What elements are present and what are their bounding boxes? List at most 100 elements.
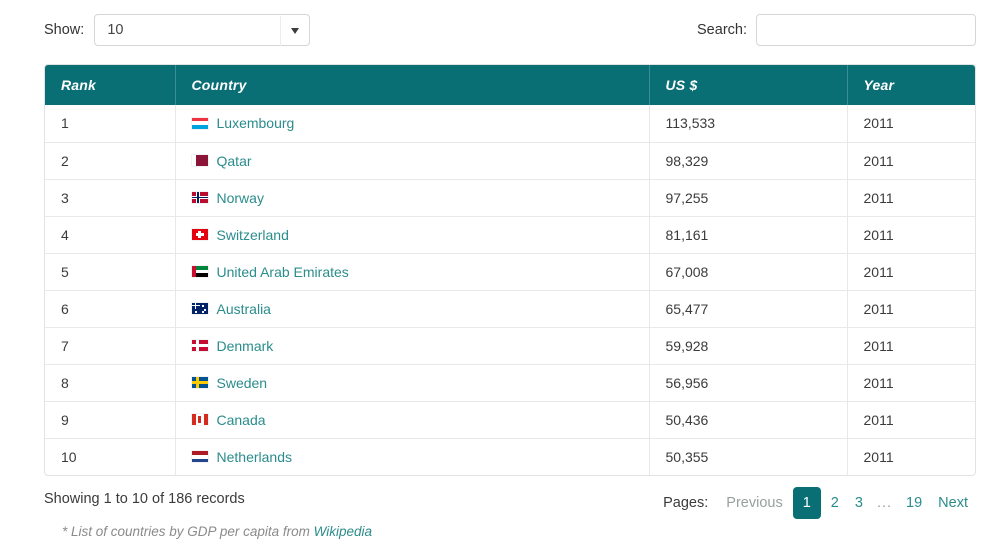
flag-icon-ca [192,414,208,425]
source-footnote: * List of countries by GDP per capita fr… [62,524,372,539]
show-entries-select[interactable]: 10 [94,14,310,46]
column-header-usd[interactable]: US $ [649,65,847,105]
pagination: Pages: Previous 1 2 3 ... 19 Next [663,487,976,519]
country-link[interactable]: Luxembourg [217,115,295,131]
cell-country: Netherlands [175,438,649,475]
cell-usd: 50,355 [649,438,847,475]
cell-year: 2011 [847,401,976,438]
pagination-page-1[interactable]: 1 [793,487,821,519]
show-label: Show: [44,14,84,46]
cell-country: Australia [175,290,649,327]
gdp-table: Rank Country US $ Year 1 Luxembourg 113,53… [45,65,976,475]
country-link[interactable]: Norway [217,190,264,206]
cell-usd: 59,928 [649,327,847,364]
cell-rank: 1 [45,105,175,142]
column-header-rank[interactable]: Rank [45,65,175,105]
table-row: 6 Australia 65,4772011 [45,290,976,327]
flag-icon-dk [192,340,208,351]
cell-rank: 2 [45,142,175,179]
table-row: 9Canada50,4362011 [45,401,976,438]
country-link[interactable]: Denmark [217,338,274,354]
table-body: 1Luxembourg113,53320112Qatar98,32920113N… [45,105,976,475]
show-entries-value: 10 [107,15,123,45]
column-header-country[interactable]: Country [175,65,649,105]
table-row: 1 Luxembourg 113,5332011 [45,105,976,142]
cell-year: 2011 [847,327,976,364]
cell-country: Denmark [175,327,649,364]
cell-year: 2011 [847,364,976,401]
cell-rank: 4 [45,216,175,253]
footnote-text: * List of countries by GDP per capita fr… [62,524,314,539]
cell-usd: 56,956 [649,364,847,401]
cell-usd: 98,329 [649,142,847,179]
cell-country: Sweden [175,364,649,401]
cell-year: 2011 [847,290,976,327]
cell-rank: 10 [45,438,175,475]
cell-year: 2011 [847,216,976,253]
country-link[interactable]: Sweden [217,375,268,391]
chevron-down-icon [291,28,299,34]
cell-year: 2011 [847,105,976,142]
cell-usd: 81,161 [649,216,847,253]
country-link[interactable]: United Arab Emirates [217,264,349,280]
cell-country: Switzerland [175,216,649,253]
pagination-next[interactable]: Next [930,491,976,515]
table-head: Rank Country US $ Year [45,65,976,105]
cell-rank: 8 [45,364,175,401]
flag-icon-nl [192,451,208,462]
cell-usd: 67,008 [649,253,847,290]
cell-rank: 7 [45,327,175,364]
column-header-year[interactable]: Year [847,65,976,105]
cell-country: Norway [175,179,649,216]
table-row: 5 United Arab Emirates 67,0082011 [45,253,976,290]
cell-rank: 5 [45,253,175,290]
table-row: 8 Sweden 56,9562011 [45,364,976,401]
wikipedia-link[interactable]: Wikipedia [314,524,372,539]
cell-usd: 65,477 [649,290,847,327]
country-link[interactable]: Qatar [217,153,252,169]
cell-usd: 50,436 [649,401,847,438]
cell-year: 2011 [847,438,976,475]
gdp-table-container: Rank Country US $ Year 1 Luxembourg 113,53… [44,64,976,476]
pagination-previous[interactable]: Previous [718,491,790,515]
show-entries-group: Show: 10 [44,14,310,46]
table-row: 10 Netherlands 50,3552011 [45,438,976,475]
table-row: 2 Qatar 98,3292011 [45,142,976,179]
search-input[interactable] [756,14,976,46]
table-row: 3Norway97,2552011 [45,179,976,216]
gdp-table-page: Show: 10 Search: Rank Country US $ Ye [0,0,1006,557]
flag-icon-ae [192,266,208,277]
pagination-page-3[interactable]: 3 [847,491,871,515]
flag-icon-qa [192,155,208,166]
table-row: 4 Switzerland 81,1612011 [45,216,976,253]
flag-icon-ch [192,229,208,240]
table-header-row: Rank Country US $ Year [45,65,976,105]
select-divider [280,16,281,46]
cell-rank: 6 [45,290,175,327]
flag-icon-au [192,303,208,314]
cell-country: United Arab Emirates [175,253,649,290]
cell-rank: 3 [45,179,175,216]
search-label: Search: [697,14,747,46]
table-controls: Show: 10 Search: [44,14,976,48]
flag-icon-se [192,377,208,388]
cell-usd: 113,533 [649,105,847,142]
pagination-page-2[interactable]: 2 [823,491,847,515]
cell-year: 2011 [847,253,976,290]
showing-records-text: Showing 1 to 10 of 186 records [44,487,245,511]
country-link[interactable]: Switzerland [217,227,289,243]
cell-country: Qatar [175,142,649,179]
cell-year: 2011 [847,142,976,179]
search-group: Search: [697,14,976,46]
cell-usd: 97,255 [649,179,847,216]
flag-icon-lu [192,118,208,129]
country-link[interactable]: Netherlands [217,449,293,465]
table-footer: Showing 1 to 10 of 186 records Pages: Pr… [44,487,976,513]
pages-label: Pages: [663,491,708,515]
pagination-page-last[interactable]: 19 [898,491,930,515]
cell-country: Luxembourg [175,105,649,142]
flag-icon-no [192,192,208,203]
country-link[interactable]: Australia [217,301,271,317]
country-link[interactable]: Canada [217,412,266,428]
pagination-ellipsis: ... [871,491,898,515]
